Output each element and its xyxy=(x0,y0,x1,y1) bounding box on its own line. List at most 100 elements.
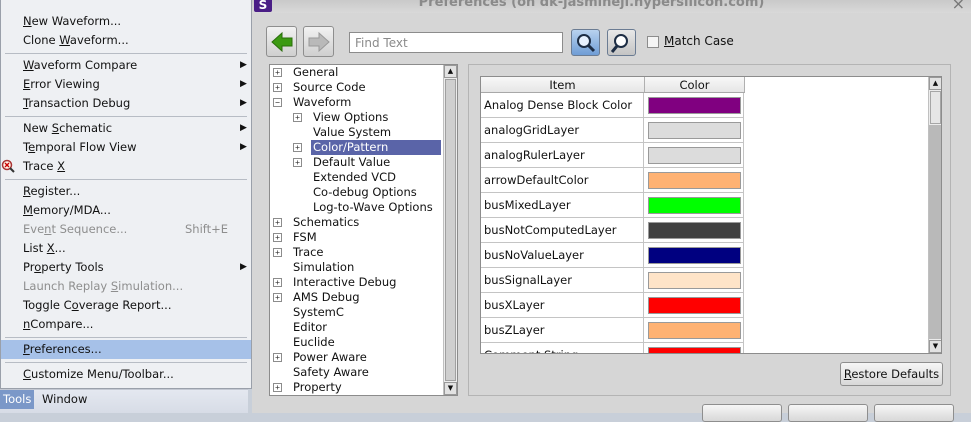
expand-icon[interactable]: + xyxy=(293,143,302,152)
tree-item[interactable]: Safety Aware xyxy=(291,365,441,380)
expand-icon[interactable]: + xyxy=(273,68,282,77)
menu-item-new-waveform[interactable]: New Waveform... xyxy=(1,12,251,31)
menu-item-memory-mda[interactable]: Memory/MDA... xyxy=(1,201,251,220)
menu-tools[interactable]: Tools xyxy=(0,390,35,409)
menu-item-customize-menu-toolbar[interactable]: Customize Menu/Toolbar... xyxy=(1,365,251,384)
tree-item[interactable]: + Color/Pattern xyxy=(293,140,441,155)
ok-button[interactable] xyxy=(788,404,868,422)
menu-item-property-tools[interactable]: Property Tools ▶ xyxy=(1,258,251,277)
menu-item-transaction-debug[interactable]: Transaction Debug ▶ xyxy=(1,94,251,113)
menu-item-toggle-coverage-report[interactable]: Toggle Coverage Report... xyxy=(1,296,251,315)
apply-button[interactable] xyxy=(702,404,782,422)
color-swatch[interactable] xyxy=(648,347,741,353)
expand-icon[interactable]: + xyxy=(273,233,282,242)
table-row[interactable]: Analog Dense Block Color xyxy=(481,93,744,118)
scroll-up-icon[interactable]: ▲ xyxy=(444,65,457,78)
color-swatch[interactable] xyxy=(648,322,741,339)
tree-item[interactable]: + Source Code xyxy=(273,80,441,95)
color-swatch[interactable] xyxy=(648,272,741,289)
forward-button[interactable] xyxy=(303,26,334,57)
tree-item[interactable]: + Default Value xyxy=(293,155,441,170)
tree-item[interactable]: − Waveform xyxy=(273,95,441,110)
scroll-up-icon[interactable]: ▲ xyxy=(929,77,941,90)
color-swatch[interactable] xyxy=(648,147,741,164)
menu-item-list-x[interactable]: List X... xyxy=(1,239,251,258)
table-row[interactable]: busZLayer xyxy=(481,318,744,343)
color-swatch[interactable] xyxy=(648,172,741,189)
cancel-button[interactable] xyxy=(874,404,954,422)
table-scroll-track[interactable] xyxy=(929,125,941,339)
tree-item[interactable]: Euclide xyxy=(291,335,441,350)
expand-icon[interactable]: + xyxy=(293,158,302,167)
tree-item[interactable]: + Interactive Debug xyxy=(273,275,441,290)
expand-icon[interactable]: + xyxy=(273,293,282,302)
table-row[interactable]: arrowDefaultColor xyxy=(481,168,744,193)
tree-item[interactable]: Editor xyxy=(291,320,441,335)
menu-item-temporal-flow-view[interactable]: Temporal Flow View ▶ xyxy=(1,138,251,157)
back-button[interactable] xyxy=(266,26,297,57)
expand-icon[interactable]: + xyxy=(293,113,302,122)
tree-item[interactable]: + FSM xyxy=(273,230,441,245)
find-text-input[interactable] xyxy=(349,32,563,53)
tree-item[interactable]: Extended VCD xyxy=(311,170,441,185)
find-next-button[interactable] xyxy=(607,29,636,56)
table-row[interactable]: busMixedLayer xyxy=(481,193,744,218)
color-swatch[interactable] xyxy=(648,222,741,239)
restore-defaults-button[interactable]: Restore Defaults xyxy=(840,362,943,386)
column-header-color[interactable]: Color xyxy=(645,77,745,93)
table-row[interactable]: Comment String xyxy=(481,343,744,353)
tree-item[interactable]: + Trace xyxy=(273,245,441,260)
table-scrollbar[interactable]: ▲ ▼ xyxy=(928,77,941,353)
color-swatch[interactable] xyxy=(648,197,741,214)
expand-icon[interactable]: + xyxy=(273,383,282,392)
tree-item[interactable]: Value System xyxy=(311,125,441,140)
tree-item[interactable]: + Schematics xyxy=(273,215,441,230)
menu-item-new-schematic[interactable]: New Schematic ▶ xyxy=(1,119,251,138)
color-swatch[interactable] xyxy=(648,297,741,314)
tree-item[interactable]: SystemC xyxy=(291,305,441,320)
menu-window[interactable]: Window xyxy=(42,390,87,409)
tree-item[interactable]: + AMS Debug xyxy=(273,290,441,305)
expand-icon[interactable]: + xyxy=(273,353,282,362)
close-icon[interactable]: × xyxy=(952,0,965,13)
tree-item[interactable]: + General xyxy=(273,65,441,80)
color-swatch[interactable] xyxy=(648,247,741,264)
tree-item[interactable]: + Property xyxy=(273,380,441,395)
table-row[interactable]: busXLayer xyxy=(481,293,744,318)
expand-icon[interactable]: + xyxy=(273,218,282,227)
collapse-icon[interactable]: − xyxy=(273,98,282,107)
menu-item-waveform-compare[interactable]: Waveform Compare ▶ xyxy=(1,56,251,75)
table-row[interactable]: analogRulerLayer xyxy=(481,143,744,168)
title-bar[interactable]: S Preferences (on dk-jasmineji.hypersili… xyxy=(252,0,971,13)
table-row[interactable]: busNoValueLayer xyxy=(481,243,744,268)
scroll-down-icon[interactable]: ▼ xyxy=(444,382,457,395)
tree-scroll-thumb[interactable] xyxy=(445,79,456,381)
tree-item[interactable]: Co-debug Options xyxy=(311,185,441,200)
menu-item-launch-replay-simulation[interactable]: Launch Replay Simulation... xyxy=(1,277,251,296)
column-header-item[interactable]: Item xyxy=(481,77,645,93)
menu-item-preferences[interactable]: Preferences... xyxy=(1,340,251,359)
color-swatch[interactable] xyxy=(648,97,741,114)
table-scroll-thumb[interactable] xyxy=(930,91,941,124)
tree-item[interactable]: + Power Aware xyxy=(273,350,441,365)
table-row[interactable]: analogGridLayer xyxy=(481,118,744,143)
find-button[interactable] xyxy=(571,29,600,56)
menu-item-register[interactable]: Register... xyxy=(1,182,251,201)
table-row[interactable]: busNotComputedLayer xyxy=(481,218,744,243)
color-swatch[interactable] xyxy=(648,122,741,139)
table-row[interactable]: busSignalLayer xyxy=(481,268,744,293)
expand-icon[interactable]: + xyxy=(273,278,282,287)
menu-item-ncompare[interactable]: nCompare... xyxy=(1,315,251,334)
tree-item[interactable]: Simulation xyxy=(291,260,441,275)
tree-scrollbar[interactable]: ▲ ▼ xyxy=(443,65,457,395)
tree-item[interactable]: Log-to-Wave Options xyxy=(311,200,441,215)
scroll-down-icon[interactable]: ▼ xyxy=(929,340,941,353)
expand-icon[interactable]: + xyxy=(273,248,282,257)
tree-item[interactable]: + View Options xyxy=(293,110,441,125)
match-case-checkbox[interactable] xyxy=(647,36,659,48)
expand-icon[interactable]: + xyxy=(273,83,282,92)
menu-item-trace-x[interactable]: Trace X xyxy=(1,157,251,176)
menu-item-clone-waveform[interactable]: Clone Waveform... xyxy=(1,31,251,50)
menu-item-event-sequence[interactable]: Event Sequence... Shift+E xyxy=(1,220,251,239)
menu-item-error-viewing[interactable]: Error Viewing ▶ xyxy=(1,75,251,94)
